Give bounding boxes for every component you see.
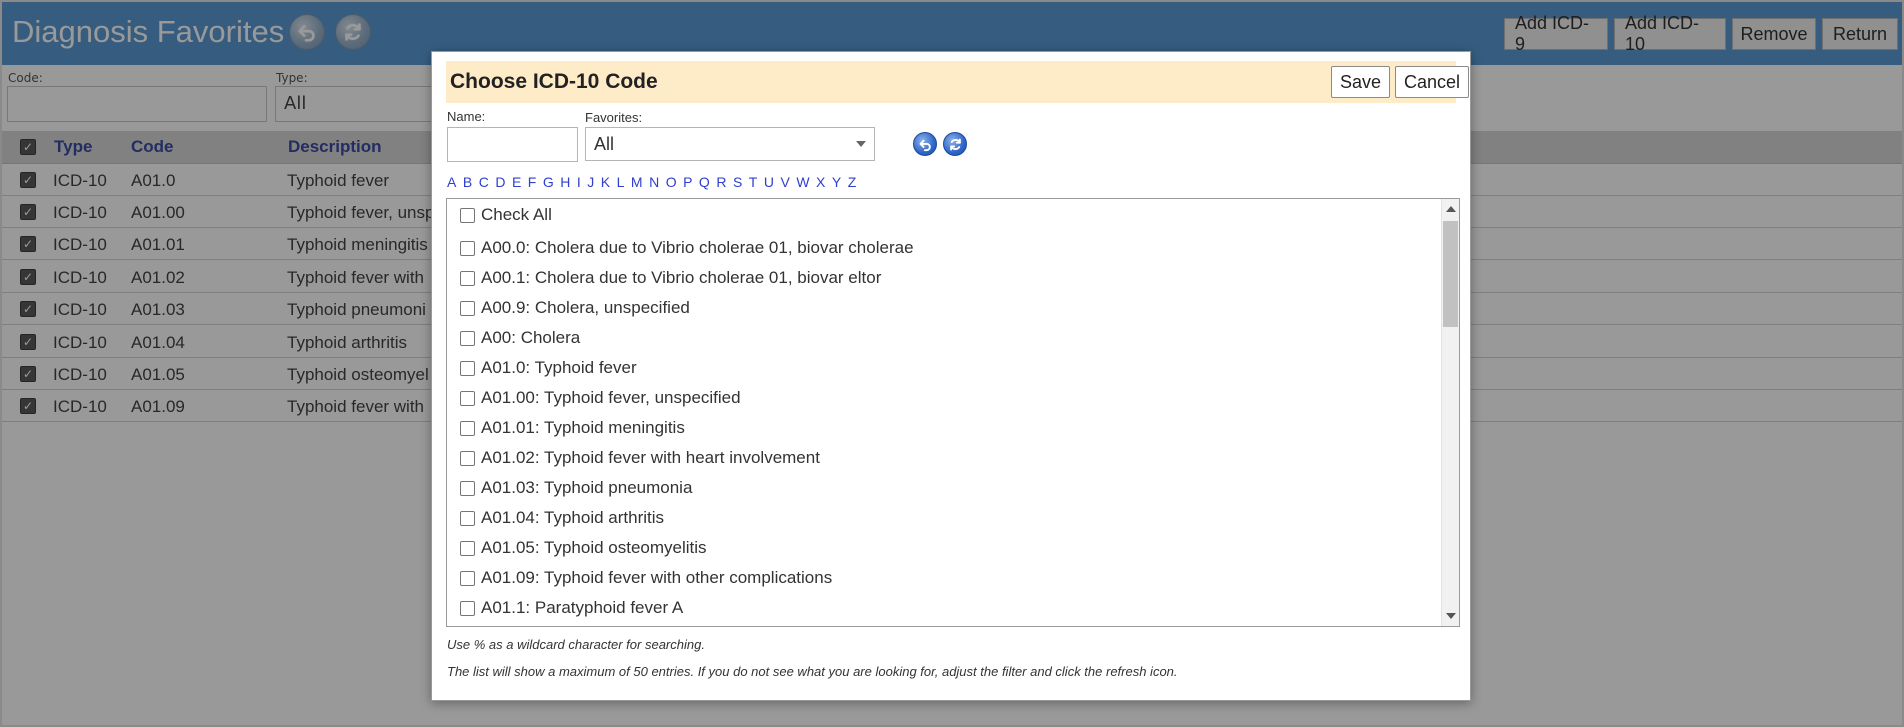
letter-link[interactable]: E	[512, 174, 521, 194]
letter-link[interactable]: M	[631, 174, 643, 194]
undo-icon	[919, 139, 931, 151]
check-all-option[interactable]: Check All	[460, 204, 552, 226]
letter-link[interactable]: Y	[832, 174, 841, 194]
refresh-icon	[949, 138, 961, 150]
list-item-checkbox[interactable]	[460, 240, 475, 256]
letter-link[interactable]: X	[816, 174, 825, 194]
favorites-label: Favorites:	[585, 110, 643, 125]
list-item[interactable]: A00: Cholera	[460, 327, 580, 349]
save-button[interactable]: Save	[1331, 66, 1390, 98]
list-item-checkbox[interactable]	[460, 540, 475, 556]
name-input[interactable]	[447, 127, 578, 162]
letter-link[interactable]: L	[617, 174, 625, 194]
letter-link[interactable]: H	[560, 174, 570, 194]
letter-link[interactable]: N	[649, 174, 659, 194]
name-label: Name:	[447, 109, 486, 124]
list-item-checkbox[interactable]	[460, 570, 475, 586]
letter-link[interactable]: F	[528, 174, 537, 194]
list-item[interactable]: A00.0: Cholera due to Vibrio cholerae 01…	[460, 237, 914, 259]
scrollbar-thumb[interactable]	[1443, 221, 1458, 327]
letter-link[interactable]: B	[463, 174, 472, 194]
letter-link[interactable]: P	[683, 174, 692, 194]
list-item-label: A01.02: Typhoid fever with heart involve…	[481, 448, 820, 467]
dialog-header: Choose ICD-10 Code Save Cancel	[446, 61, 1469, 103]
list-item-label: A01.1: Paratyphoid fever A	[481, 598, 684, 617]
cancel-button[interactable]: Cancel	[1395, 66, 1469, 98]
list-item[interactable]: A01.09: Typhoid fever with other complic…	[460, 567, 832, 589]
wildcard-hint: Use % as a wildcard character for search…	[447, 637, 705, 652]
list-item[interactable]: A01.02: Typhoid fever with heart involve…	[460, 447, 820, 469]
letter-link[interactable]: U	[764, 174, 774, 194]
letter-link[interactable]: T	[749, 174, 758, 194]
list-item[interactable]: A01.1: Paratyphoid fever A	[460, 597, 683, 619]
chevron-down-icon	[856, 141, 866, 147]
list-item[interactable]: A01.04: Typhoid arthritis	[460, 507, 664, 529]
favorites-back-button[interactable]	[913, 132, 937, 156]
list-item[interactable]: A01.00: Typhoid fever, unspecified	[460, 387, 741, 409]
list-item-label: A01.01: Typhoid meningitis	[481, 418, 685, 437]
letter-link[interactable]: O	[666, 174, 677, 194]
list-item-label: A00.0: Cholera due to Vibrio cholerae 01…	[481, 238, 914, 257]
list-item-checkbox[interactable]	[460, 600, 475, 616]
list-item-checkbox[interactable]	[460, 420, 475, 436]
favorites-refresh-button[interactable]	[943, 132, 967, 156]
list-item-checkbox[interactable]	[460, 480, 475, 496]
list-item[interactable]: A01.0: Typhoid fever	[460, 357, 637, 379]
list-item[interactable]: A01.05: Typhoid osteomyelitis	[460, 537, 707, 559]
scroll-up-icon[interactable]	[1446, 206, 1456, 212]
list-item-label: A01.0: Typhoid fever	[481, 358, 637, 377]
letter-link[interactable]: R	[716, 174, 726, 194]
list-item-label: A01.05: Typhoid osteomyelitis	[481, 538, 707, 557]
max-entries-hint: The list will show a maximum of 50 entri…	[447, 664, 1178, 679]
list-item-checkbox[interactable]	[460, 450, 475, 466]
letter-link[interactable]: V	[780, 174, 789, 194]
check-all-label: Check All	[481, 205, 552, 224]
letter-link[interactable]: W	[796, 174, 809, 194]
list-item-checkbox[interactable]	[460, 330, 475, 346]
letter-link[interactable]: I	[577, 174, 581, 194]
list-item-checkbox[interactable]	[460, 360, 475, 376]
list-item-label: A01.04: Typhoid arthritis	[481, 508, 665, 527]
letter-link[interactable]: A	[447, 174, 456, 194]
list-item-label: A00.1: Cholera due to Vibrio cholerae 01…	[481, 268, 882, 287]
list-item-label: A01.00: Typhoid fever, unspecified	[481, 388, 741, 407]
scroll-down-icon[interactable]	[1446, 613, 1456, 619]
check-all-checkbox[interactable]	[460, 207, 475, 223]
letter-link[interactable]: S	[733, 174, 742, 194]
letter-link[interactable]: K	[601, 174, 610, 194]
list-item[interactable]: A00.9: Cholera, unspecified	[460, 297, 690, 319]
list-scrollbar[interactable]	[1441, 199, 1459, 626]
letter-link[interactable]: Q	[699, 174, 710, 194]
letter-link[interactable]: C	[479, 174, 489, 194]
list-item[interactable]: A01.01: Typhoid meningitis	[460, 417, 685, 439]
letter-link[interactable]: Z	[848, 174, 857, 194]
letter-link[interactable]: G	[543, 174, 554, 194]
list-item-checkbox[interactable]	[460, 300, 475, 316]
favorites-select[interactable]: All	[585, 127, 875, 161]
dialog-title: Choose ICD-10 Code	[450, 70, 658, 93]
list-item-checkbox[interactable]	[460, 390, 475, 406]
code-list[interactable]: Check All A00.0: Cholera due to Vibrio c…	[446, 198, 1460, 627]
list-item-label: A01.09: Typhoid fever with other complic…	[481, 568, 833, 587]
list-item[interactable]: A01.03: Typhoid pneumonia	[460, 477, 692, 499]
letter-link[interactable]: D	[495, 174, 505, 194]
alphabet-filter: A B C D E F G H I J K L M N O P Q R S T …	[447, 174, 863, 194]
list-item-label: A00.9: Cholera, unspecified	[481, 298, 690, 317]
list-item-checkbox[interactable]	[460, 270, 475, 286]
letter-link[interactable]: J	[587, 174, 594, 194]
list-item-checkbox[interactable]	[460, 510, 475, 526]
list-item-label: A00: Cholera	[481, 328, 581, 347]
choose-code-dialog: Choose ICD-10 Code Save Cancel Name: Fav…	[431, 51, 1471, 701]
favorites-select-value: All	[594, 134, 615, 154]
list-item[interactable]: A00.1: Cholera due to Vibrio cholerae 01…	[460, 267, 881, 289]
list-item-label: A01.03: Typhoid pneumonia	[481, 478, 693, 497]
